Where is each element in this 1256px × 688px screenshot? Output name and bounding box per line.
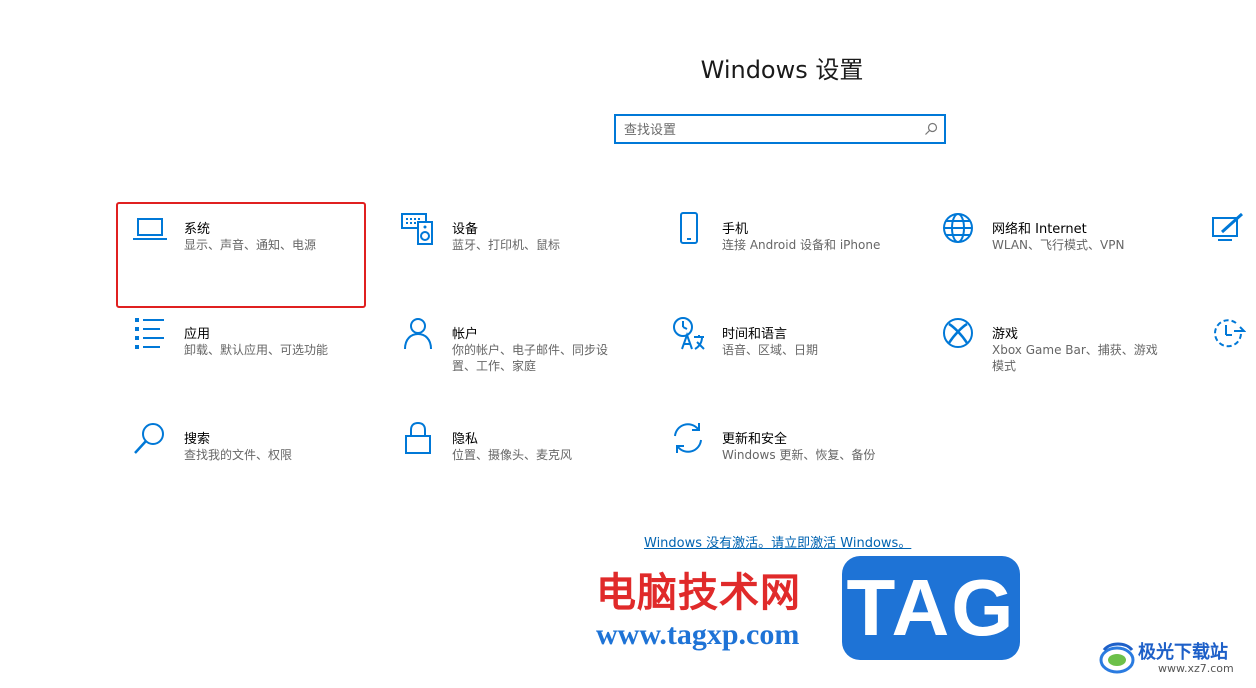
- tile-update-security[interactable]: 更新和安全 Windows 更新、恢复、备份: [658, 416, 908, 512]
- watermark-site-logo: 极光下载站 www.xz7.com: [1098, 636, 1254, 682]
- tile-search-name: 搜索: [184, 432, 211, 447]
- search-icon[interactable]: [924, 122, 938, 136]
- keyboard-speaker-icon: [400, 210, 436, 246]
- tile-apps[interactable]: 应用 卸载、默认应用、可选功能: [120, 311, 370, 407]
- tile-phone-desc: 连接 Android 设备和 iPhone: [722, 238, 881, 252]
- pen-screen-icon: [1210, 210, 1246, 246]
- site-url: www.xz7.com: [1158, 662, 1234, 675]
- tile-accounts-name: 帐户: [452, 327, 479, 342]
- sync-icon: [670, 420, 706, 456]
- ease-of-access-icon: [1210, 315, 1246, 351]
- xbox-icon: [940, 315, 976, 351]
- tile-network[interactable]: 网络和 Internet WLAN、飞行模式、VPN: [928, 206, 1178, 302]
- tile-privacy-name: 隐私: [452, 432, 479, 447]
- lock-icon: [400, 420, 436, 456]
- tile-system[interactable]: 系统 显示、声音、通知、电源: [120, 206, 370, 302]
- tile-apps-name: 应用: [184, 327, 211, 342]
- tile-devices[interactable]: 设备 蓝牙、打印机、鼠标: [388, 206, 638, 302]
- tile-update-security-desc: Windows 更新、恢复、备份: [722, 448, 876, 462]
- tile-accounts[interactable]: 帐户 你的帐户、电子邮件、同步设置、工作、家庭: [388, 311, 638, 407]
- tile-personalization-partial[interactable]: [1198, 206, 1256, 302]
- tile-update-security-name: 更新和安全: [722, 432, 788, 447]
- tile-system-desc: 显示、声音、通知、电源: [184, 238, 317, 252]
- person-icon: [400, 315, 436, 351]
- tile-gaming-name: 游戏: [992, 327, 1019, 342]
- tile-network-name: 网络和 Internet: [992, 222, 1087, 237]
- tile-gaming[interactable]: 游戏 Xbox Game Bar、捕获、游戏模式: [928, 311, 1178, 407]
- globe-icon: [940, 210, 976, 246]
- activate-windows-link[interactable]: Windows 没有激活。请立即激活 Windows。: [644, 532, 911, 551]
- tile-search-desc: 查找我的文件、权限: [184, 448, 293, 462]
- page-title: Windows 设置: [700, 56, 864, 84]
- search-input[interactable]: [624, 120, 914, 140]
- tile-phone-name: 手机: [722, 222, 749, 237]
- tile-time-language-name: 时间和语言: [722, 327, 788, 342]
- aurora-logo-icon: [1099, 642, 1135, 674]
- tile-system-name: 系统: [184, 222, 211, 237]
- phone-icon: [670, 210, 706, 246]
- tile-search[interactable]: 搜索 查找我的文件、权限: [120, 416, 370, 512]
- tile-time-language-desc: 语音、区域、日期: [722, 343, 819, 357]
- tile-ease-of-access-partial[interactable]: [1198, 311, 1256, 407]
- tile-accounts-desc: 你的帐户、电子邮件、同步设置、工作、家庭: [452, 343, 609, 373]
- watermark-tag-logo: TAG: [842, 556, 1020, 660]
- tile-gaming-desc: Xbox Game Bar、捕获、游戏模式: [992, 343, 1158, 373]
- search-icon: [132, 420, 168, 456]
- tile-devices-desc: 蓝牙、打印机、鼠标: [452, 238, 561, 252]
- tile-devices-name: 设备: [452, 222, 479, 237]
- laptop-icon: [132, 210, 168, 246]
- watermark-cn-text: 电脑技术网: [596, 570, 801, 616]
- tile-phone[interactable]: 手机 连接 Android 设备和 iPhone: [658, 206, 908, 302]
- time-language-icon: [670, 315, 706, 351]
- search-box[interactable]: [614, 114, 946, 144]
- tile-network-desc: WLAN、飞行模式、VPN: [992, 238, 1125, 252]
- tile-apps-desc: 卸载、默认应用、可选功能: [184, 343, 329, 357]
- apps-list-icon: [132, 315, 168, 351]
- watermark-url-text: www.tagxp.com: [596, 618, 800, 651]
- tile-privacy[interactable]: 隐私 位置、摄像头、麦克风: [388, 416, 638, 512]
- tile-time-language[interactable]: 时间和语言 语音、区域、日期: [658, 311, 908, 407]
- site-name: 极光下载站: [1138, 642, 1228, 663]
- tile-privacy-desc: 位置、摄像头、麦克风: [452, 448, 573, 462]
